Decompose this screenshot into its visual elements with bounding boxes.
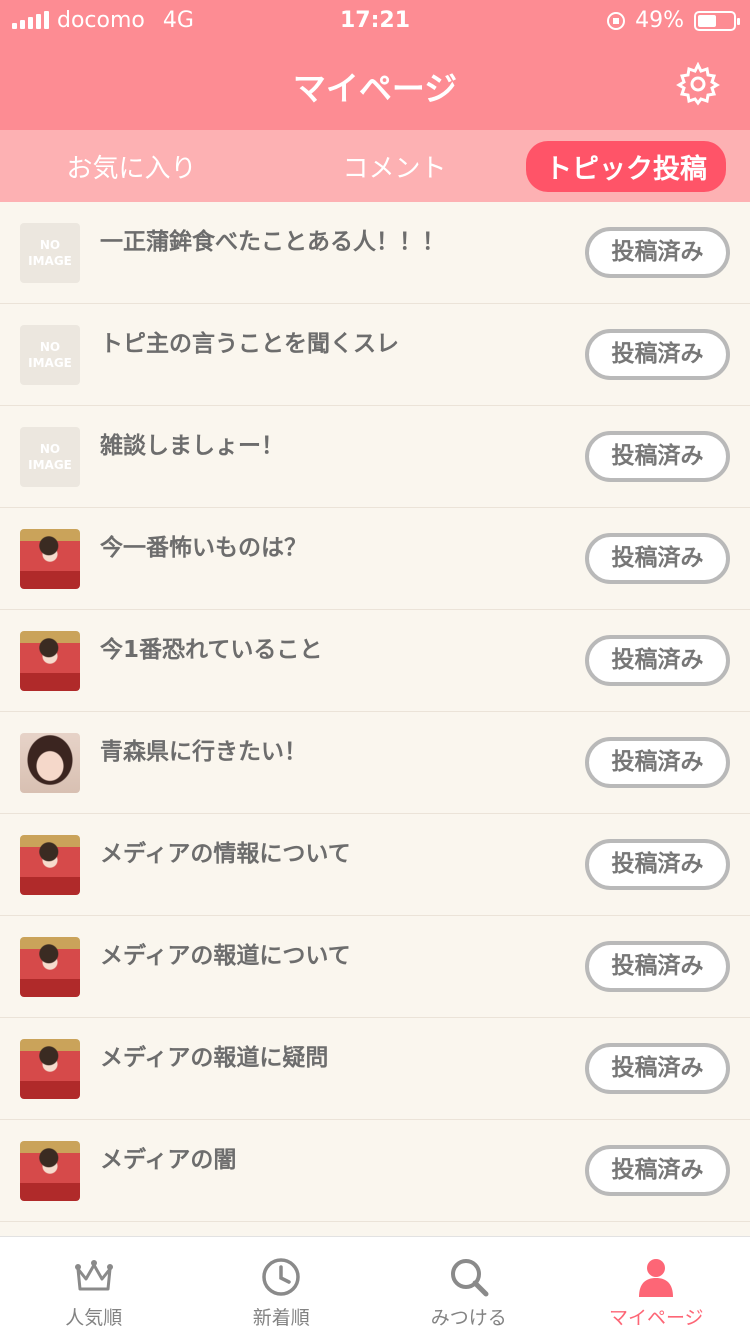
- no-image-thumbnail: NOIMAGE: [20, 427, 80, 487]
- clock-icon: [259, 1255, 303, 1299]
- topic-thumbnail: [20, 937, 80, 997]
- tab-favorites[interactable]: お気に入り: [0, 148, 263, 185]
- topic-thumbnail: [20, 1039, 80, 1099]
- tabbar-item-discover[interactable]: みつける: [375, 1237, 563, 1335]
- posted-status-button[interactable]: 投稿済み: [585, 1145, 730, 1196]
- tab-topic-posts[interactable]: トピック投稿: [526, 141, 726, 192]
- list-item[interactable]: NOIMAGE トピ主の言うことを聞くスレ 投稿済み: [0, 304, 750, 406]
- topic-list: NOIMAGE 一正蒲鉾食べたことある人！！！ 投稿済み NOIMAGE トピ主…: [0, 202, 750, 1222]
- topic-title: 今1番恐れていること: [100, 630, 322, 664]
- posted-status-button[interactable]: 投稿済み: [585, 941, 730, 992]
- page-title: マイページ: [0, 62, 750, 110]
- status-bar: docomo 4G 17:21 49%: [0, 0, 750, 42]
- no-image-thumbnail: NOIMAGE: [20, 223, 80, 283]
- topic-title: メディアの報道に疑問: [100, 1038, 328, 1072]
- topic-thumbnail: [20, 733, 80, 793]
- crown-icon: [72, 1255, 116, 1299]
- battery-icon: [694, 11, 736, 31]
- posted-status-button[interactable]: 投稿済み: [585, 329, 730, 380]
- search-icon: [447, 1255, 491, 1299]
- posted-status-button[interactable]: 投稿済み: [585, 1043, 730, 1094]
- status-right: 49%: [607, 8, 736, 33]
- posted-status-button[interactable]: 投稿済み: [585, 737, 730, 788]
- topic-title: メディアの闇: [100, 1140, 236, 1174]
- bottom-tab-bar: 人気順 新着順 みつける マイページ: [0, 1236, 750, 1335]
- tabbar-label: 新着順: [188, 1303, 376, 1330]
- list-item[interactable]: 青森県に行きたい！ 投稿済み: [0, 712, 750, 814]
- tabbar-item-popular[interactable]: 人気順: [0, 1237, 188, 1335]
- posted-status-button[interactable]: 投稿済み: [585, 533, 730, 584]
- list-item[interactable]: メディアの報道について 投稿済み: [0, 916, 750, 1018]
- list-item[interactable]: メディアの闇 投稿済み: [0, 1120, 750, 1222]
- topic-thumbnail: [20, 631, 80, 691]
- tab-strip: お気に入り コメント トピック投稿: [0, 130, 750, 202]
- list-item[interactable]: メディアの報道に疑問 投稿済み: [0, 1018, 750, 1120]
- no-image-thumbnail: NOIMAGE: [20, 325, 80, 385]
- posted-status-button[interactable]: 投稿済み: [585, 635, 730, 686]
- topic-title: 雑談しましょー！: [100, 426, 284, 460]
- posted-status-button[interactable]: 投稿済み: [585, 431, 730, 482]
- topic-thumbnail: [20, 1141, 80, 1201]
- tabbar-label: 人気順: [0, 1303, 188, 1330]
- tabbar-label: みつける: [375, 1303, 563, 1330]
- topic-thumbnail: [20, 529, 80, 589]
- topic-title: 今一番怖いものは？: [100, 528, 307, 562]
- list-item[interactable]: NOIMAGE 一正蒲鉾食べたことある人！！！ 投稿済み: [0, 202, 750, 304]
- list-item[interactable]: メディアの情報について 投稿済み: [0, 814, 750, 916]
- topic-title: トピ主の言うことを聞くスレ: [100, 324, 399, 358]
- topic-title: 青森県に行きたい！: [100, 732, 307, 766]
- list-item[interactable]: 今一番怖いものは？ 投稿済み: [0, 508, 750, 610]
- list-item[interactable]: 今1番恐れていること 投稿済み: [0, 610, 750, 712]
- posted-status-button[interactable]: 投稿済み: [585, 839, 730, 890]
- header: マイページ: [0, 42, 750, 130]
- gear-icon[interactable]: [676, 62, 720, 106]
- posted-status-button[interactable]: 投稿済み: [585, 227, 730, 278]
- topic-title: メディアの報道について: [100, 936, 351, 970]
- rotation-lock-icon: [607, 12, 625, 30]
- tabbar-item-mypage[interactable]: マイページ: [563, 1237, 750, 1335]
- topic-title: 一正蒲鉾食べたことある人！！！: [100, 222, 445, 256]
- battery-percent: 49%: [635, 8, 684, 33]
- person-icon: [634, 1255, 678, 1299]
- tabbar-label: マイページ: [563, 1303, 750, 1330]
- tab-comments[interactable]: コメント: [263, 148, 526, 185]
- list-item[interactable]: NOIMAGE 雑談しましょー！ 投稿済み: [0, 406, 750, 508]
- topic-thumbnail: [20, 835, 80, 895]
- tabbar-item-newest[interactable]: 新着順: [188, 1237, 376, 1335]
- topic-title: メディアの情報について: [100, 834, 351, 868]
